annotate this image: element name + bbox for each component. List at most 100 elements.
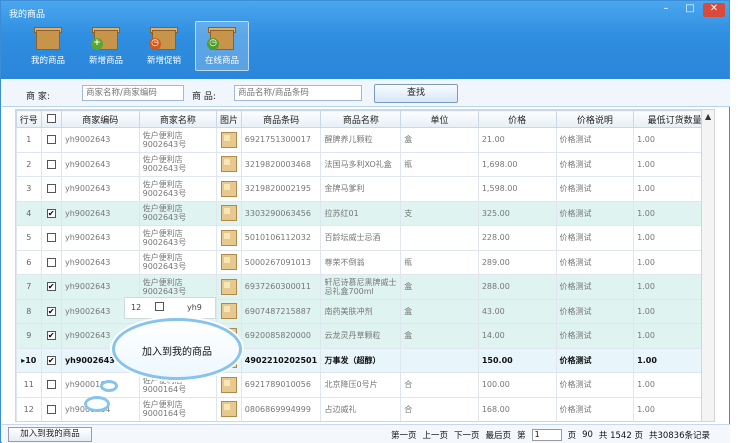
last-page-link[interactable]: 最后页 — [486, 429, 512, 441]
merchant-name: 佐户便利店9002643号 — [138, 249, 218, 275]
col-merchant-code[interactable]: 商家编码 — [60, 110, 140, 128]
merchant-code: yh9002643 — [60, 249, 140, 275]
product-thumbnail-icon — [221, 401, 238, 418]
product-name: 法国马多利XO礼盒 — [320, 151, 402, 177]
row-checkbox[interactable]: ✔ — [40, 298, 62, 324]
product-image — [216, 225, 242, 251]
merchant-code: yh9002643 — [60, 225, 140, 251]
tooltip-bubble: 加入到我的商品 — [112, 318, 242, 380]
row-checkbox[interactable] — [40, 396, 62, 421]
price: 150.00 — [477, 347, 557, 373]
table-row[interactable]: 11 yh9000164 佐户便利店9000164号 6921789010056 北京降… — [16, 372, 714, 398]
checkbox[interactable] — [46, 404, 56, 414]
checkbox[interactable] — [46, 159, 56, 169]
col-unit[interactable]: 单位 — [400, 110, 479, 128]
unit: 合 — [400, 396, 479, 421]
box-clock-icon: ◷ — [149, 24, 179, 52]
row-checkbox[interactable]: ✔ — [40, 347, 62, 373]
footer-bar: 加入到我的商品 第一页 上一页 下一页 最后页 第 1 页 90 共 1542 … — [2, 424, 730, 443]
checkbox[interactable]: ✔ — [46, 331, 56, 341]
row-checkbox[interactable] — [40, 249, 62, 275]
first-page-link[interactable]: 第一页 — [391, 429, 417, 441]
unit — [400, 225, 479, 251]
price: 21.00 — [477, 127, 557, 153]
row-number: 8 — [16, 298, 42, 324]
product-table: 行号 商家编码 商家名称 图片 商品条码 商品名称 单位 价格 价格说明 最低订… — [15, 109, 715, 422]
col-check[interactable] — [40, 110, 62, 128]
table-row[interactable]: 8✔yh9002643佐户便利店9002643号6907487215887南药美… — [16, 298, 714, 324]
select-all-checkbox[interactable] — [46, 114, 56, 123]
row-checkbox[interactable]: ✔ — [40, 274, 62, 300]
checkbox[interactable]: ✔ — [46, 355, 56, 365]
page-number-input[interactable]: 1 — [531, 429, 562, 441]
checkbox[interactable] — [46, 257, 56, 267]
table-row[interactable]: 4 ✔ yh9002643 佐户便利店9002643号 3303290063456 拉苏红… — [16, 200, 714, 226]
col-price-note[interactable]: 价格说明 — [555, 110, 635, 128]
checkbox[interactable] — [46, 233, 56, 243]
toolbar-my-products[interactable]: 我的商品 — [21, 21, 75, 71]
table-scrollbar[interactable]: ▲ — [701, 109, 715, 422]
checkbox[interactable]: ✔ — [46, 282, 56, 292]
product-thumbnail-icon — [221, 131, 238, 148]
row-checkbox[interactable] — [40, 372, 62, 398]
merchant-name: 佐户便利店9000164号 — [138, 396, 218, 421]
unit — [400, 347, 479, 373]
row-checkbox[interactable] — [40, 225, 62, 251]
prev-page-link[interactable]: 上一页 — [423, 429, 449, 441]
product-name: 百龄坛威士忌酒 — [320, 225, 402, 251]
product-thumbnail-icon — [221, 229, 238, 246]
checkbox[interactable]: ✔ — [46, 306, 56, 316]
price-note: 价格测试 — [555, 274, 635, 300]
close-button[interactable]: ✕ — [703, 3, 725, 17]
row-checkbox[interactable]: ✔ — [40, 323, 62, 349]
scroll-up-icon[interactable]: ▲ — [705, 112, 711, 121]
merchant-code: yh9002643 — [60, 200, 140, 226]
col-row-no[interactable]: 行号 — [16, 110, 42, 128]
search-bar: 商 家: 商 品: 查找 — [2, 79, 730, 107]
tooltip-text: 加入到我的商品 — [142, 347, 212, 358]
row-checkbox[interactable] — [40, 127, 62, 153]
col-merchant-name[interactable]: 商家名称 — [138, 110, 218, 128]
price-note: 价格测试 — [555, 372, 635, 398]
merchant-search-input[interactable] — [82, 85, 184, 101]
product-search-input[interactable] — [234, 85, 362, 101]
search-button[interactable]: 查找 — [374, 84, 458, 103]
row-number: 3 — [16, 176, 42, 202]
add-to-my-products-button[interactable]: 加入到我的商品 — [8, 427, 92, 442]
page-size[interactable]: 90 — [582, 430, 593, 440]
table-row[interactable]: 12yh9000164佐户便利店9000164号0806869994999占边威… — [16, 396, 714, 421]
merchant-name: 佐户便利店9002643号 — [138, 127, 218, 153]
toolbar-label: 在线商品 — [204, 56, 239, 66]
minimize-button[interactable]: – — [655, 3, 677, 17]
toolbar-add-product[interactable]: + 新增商品 — [79, 21, 133, 71]
table-row[interactable]: 5 yh9002643 佐户便利店9002643号 5010106112032 百龄坛威… — [16, 225, 714, 251]
row-checkbox[interactable] — [40, 176, 62, 202]
merchant-code: yh9002643 — [60, 127, 140, 153]
row-checkbox[interactable] — [40, 151, 62, 177]
product-name: 万事发（超醇） — [320, 347, 402, 373]
page-suffix: 页 — [567, 431, 577, 441]
table-row[interactable]: 3 yh9002643 佐户便利店9002643号 3219820002195 金牌马爹… — [16, 176, 714, 202]
price-note: 价格测试 — [555, 298, 635, 324]
table-row[interactable]: 1 yh9002643 佐户便利店9002643号 6921751300017 醒脾养儿… — [16, 127, 714, 153]
box-clock-icon: ◷ — [207, 24, 237, 52]
col-product-name[interactable]: 商品名称 — [320, 110, 402, 128]
row-number: 4 — [16, 200, 42, 226]
col-image[interactable]: 图片 — [216, 110, 242, 128]
checkbox[interactable] — [46, 184, 56, 194]
toolbar-add-promotion[interactable]: ◷ 新增促销 — [137, 21, 191, 71]
col-barcode[interactable]: 商品条码 — [240, 110, 322, 128]
table-row[interactable]: 6 yh9002643 佐户便利店9002643号 5000267091013 尊荣不倒… — [16, 249, 714, 275]
checkbox[interactable] — [46, 135, 56, 145]
row-checkbox[interactable]: ✔ — [40, 200, 62, 226]
col-price[interactable]: 价格 — [477, 110, 557, 128]
checkbox[interactable] — [46, 380, 56, 390]
next-page-link[interactable]: 下一页 — [454, 429, 480, 441]
table-row[interactable]: 2 yh9002643 佐户便利店9002643号 3219820003468 法国马多… — [16, 151, 714, 177]
toolbar-online-products[interactable]: ◷ 在线商品 — [195, 21, 249, 71]
title-bar: 我的商品 – □ ✕ 我的商品 + 新增商品 ◷ 新增促销 ◷ 在线商品 — [1, 1, 729, 79]
checkbox[interactable]: ✔ — [46, 208, 56, 218]
product-name: 轩尼诗慕尼黑牌威士忌礼盒700ml — [320, 274, 402, 300]
maximize-button[interactable]: □ — [679, 3, 701, 17]
table-row[interactable]: 7 ✔ yh9002643 佐户便利店9002643号 6937260300011 轩尼诗… — [16, 274, 714, 300]
